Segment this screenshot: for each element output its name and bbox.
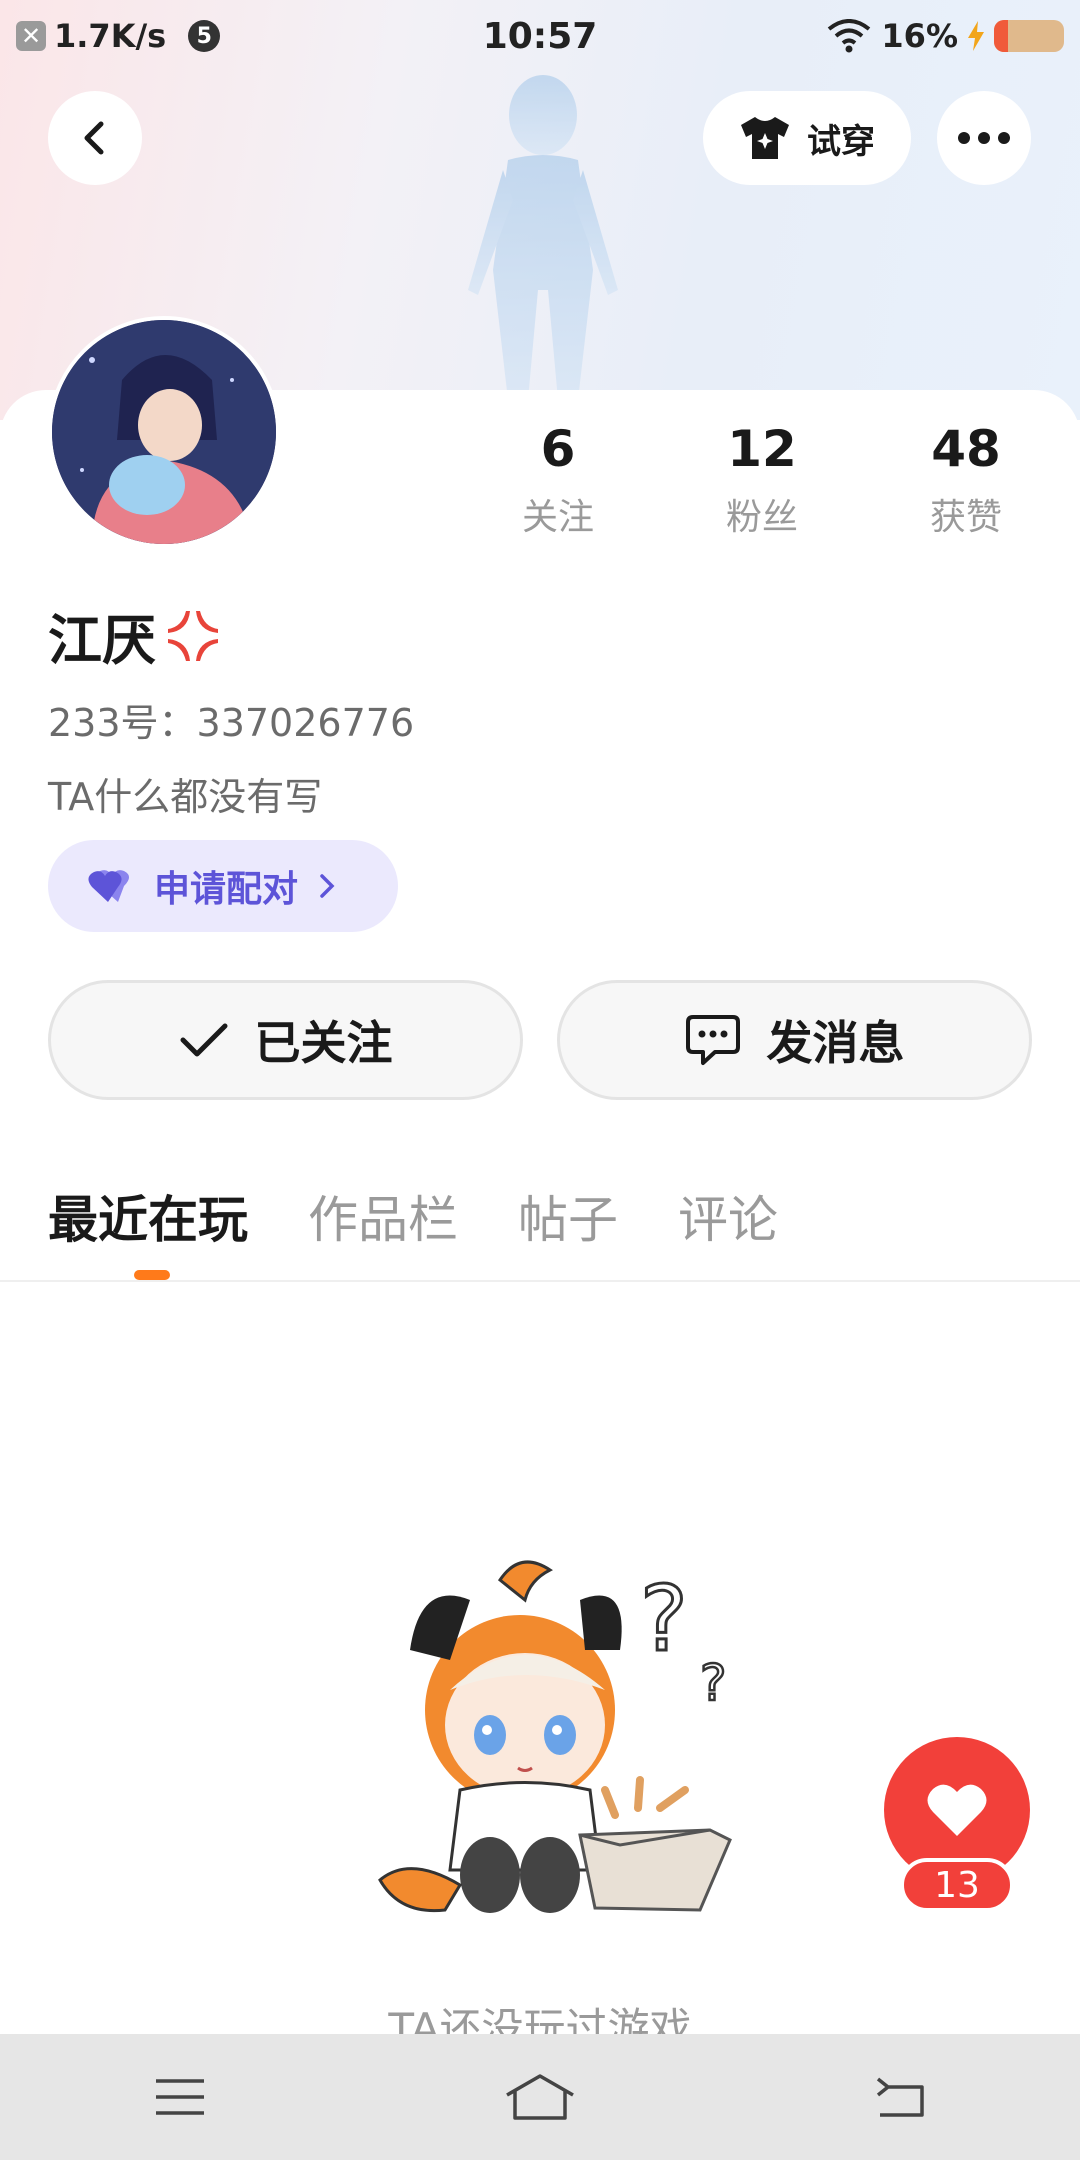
tab-works[interactable]: 作品栏 — [308, 1180, 458, 1252]
more-options-button[interactable] — [937, 91, 1031, 185]
tab-comments[interactable]: 评论 — [678, 1180, 778, 1252]
stat-followers[interactable]: 12 粉丝 — [682, 420, 842, 540]
shirt-icon — [741, 117, 789, 159]
home-button[interactable] — [480, 2057, 600, 2137]
apply-pairing-button[interactable]: 申请配对 — [48, 840, 398, 932]
back-button[interactable] — [48, 91, 142, 185]
stat-following[interactable]: 6 关注 — [478, 420, 638, 540]
apply-pairing-label: 申请配对 — [154, 869, 299, 910]
notification-count-badge: 5 — [188, 20, 221, 52]
double-heart-icon — [88, 870, 129, 902]
send-message-button[interactable]: 发消息 — [557, 980, 1032, 1100]
stat-value: 12 — [727, 420, 797, 478]
avatar-hologram-figure — [468, 75, 618, 400]
chat-bubble-icon — [685, 1015, 740, 1065]
heart-icon — [927, 1784, 987, 1836]
stat-value: 6 — [540, 420, 576, 478]
system-nav-bar — [0, 2034, 1080, 2160]
user-id: 233号：337026776 — [48, 701, 415, 745]
like-count-badge: 13 — [900, 1858, 1014, 1912]
followed-label: 已关注 — [254, 1016, 393, 1070]
svg-text:?: ? — [640, 1567, 688, 1672]
stat-likes[interactable]: 48 获赞 — [886, 420, 1046, 540]
more-dots-icon — [958, 132, 1010, 144]
close-notification-icon: ✕ — [16, 21, 46, 51]
battery-percent: 16% — [881, 17, 958, 55]
status-bar: ✕ 1.7K/s 5 10:57 16% — [0, 0, 1080, 72]
back-arrow-icon — [876, 2077, 924, 2117]
battery-icon — [994, 20, 1064, 52]
checkmark-icon — [180, 1023, 227, 1057]
try-on-label: 试穿 — [807, 121, 875, 162]
avatar-portrait — [52, 320, 276, 544]
stat-label: 粉丝 — [725, 497, 798, 538]
anger-emoji-icon — [168, 610, 218, 661]
profile-tabs: 最近在玩 作品栏 帖子 评论 — [48, 1180, 778, 1252]
empty-state-illustration: ? ? — [378, 1560, 732, 1913]
back-nav-button[interactable] — [840, 2057, 960, 2137]
tab-posts[interactable]: 帖子 — [518, 1180, 618, 1252]
stat-value: 48 — [931, 420, 1001, 478]
home-icon — [506, 2074, 574, 2120]
wifi-icon — [828, 19, 871, 53]
menu-button[interactable] — [120, 2057, 240, 2137]
chevron-left-icon — [84, 121, 104, 155]
chevron-right-icon — [320, 874, 335, 898]
stat-label: 关注 — [521, 497, 594, 538]
bio-text: TA什么都没有写 — [48, 775, 323, 819]
tab-recently-played[interactable]: 最近在玩 — [48, 1180, 248, 1252]
username: 江厌 — [48, 609, 156, 672]
svg-text:?: ? — [700, 1654, 727, 1712]
net-speed: 1.7K/s — [54, 17, 167, 55]
try-on-button[interactable]: 试穿 — [703, 91, 911, 185]
avatar[interactable] — [48, 316, 280, 548]
charging-icon — [968, 21, 984, 51]
menu-icon — [156, 2079, 204, 2115]
send-message-label: 发消息 — [766, 1016, 905, 1070]
profile-name: 江厌 — [48, 596, 224, 675]
active-tab-indicator — [134, 1270, 170, 1280]
stat-label: 获赞 — [929, 497, 1002, 538]
followed-button[interactable]: 已关注 — [48, 980, 523, 1100]
tabs-divider — [0, 1280, 1080, 1282]
